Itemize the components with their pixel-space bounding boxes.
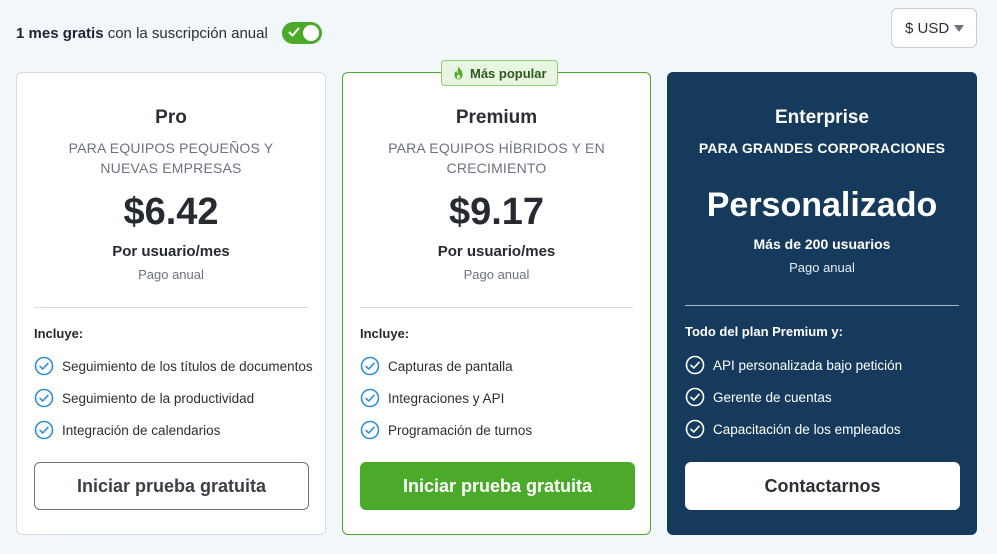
check-circle-icon [34, 420, 54, 440]
plan-subtitle: PARA EQUIPOS HÍBRIDOS Y EN CRECIMIENTO [388, 140, 605, 176]
plan-billing: Pago anual [138, 267, 204, 282]
plan-price-unit: Por usuario/mes [437, 243, 556, 260]
check-circle-icon [685, 387, 705, 407]
check-circle-icon [34, 356, 54, 376]
feature-item: Programación de turnos [360, 414, 640, 446]
divider [34, 307, 308, 308]
divider [360, 307, 633, 308]
plan-price: $9.17 [448, 191, 545, 233]
plan-subtitle: PARA GRANDES CORPORACIONES [698, 140, 946, 156]
plan-billing: Pago anual [463, 267, 530, 282]
divider [685, 305, 959, 306]
badge-label: Más popular [470, 65, 547, 81]
feature-item: Integración de calendarios [34, 414, 315, 446]
check-circle-icon [360, 356, 380, 376]
check-icon [288, 27, 300, 37]
feature-item: Capturas de pantalla [360, 350, 640, 382]
promo-text: 1 mes gratis con la suscripción anual [16, 24, 268, 42]
currency-label: $ USD [905, 19, 950, 37]
chevron-down-icon [954, 25, 964, 32]
contact-us-button[interactable]: Contactarnos [685, 462, 960, 510]
feature-list: Capturas de pantalla Integraciones y API… [360, 350, 640, 446]
feature-item: Capacitación de los empleados [685, 413, 966, 445]
plan-name: Enterprise [775, 107, 869, 128]
plan-price: Personalizado [706, 186, 938, 224]
plan-user-count: Más de 200 usuarios [753, 236, 891, 252]
annual-billing-toggle[interactable] [281, 22, 322, 44]
check-circle-icon [685, 355, 705, 375]
start-trial-button-premium[interactable]: Iniciar prueba gratuita [360, 462, 635, 510]
plan-card-enterprise: Enterprise PARA GRANDES CORPORACIONES Pe… [667, 72, 977, 535]
plan-name: Premium [455, 107, 538, 128]
feature-item: Seguimiento de la productividad [34, 382, 315, 414]
feature-list: API personalizada bajo petición Gerente … [685, 349, 966, 445]
includes-label: Todo del plan Premium y: [685, 324, 843, 339]
plan-card-premium: Más popular Premium PARA EQUIPOS HÍBRIDO… [342, 60, 651, 535]
currency-select[interactable]: $ USD [891, 8, 977, 48]
feature-item: Gerente de cuentas [685, 381, 966, 413]
toggle-knob [302, 25, 319, 41]
check-circle-icon [360, 388, 380, 408]
includes-label: Incluye: [34, 326, 84, 341]
plan-subtitle: PARA EQUIPOS PEQUEÑOS Y NUEVAS EMPRESAS [68, 140, 274, 176]
plan-name: Pro [155, 107, 187, 128]
includes-label: Incluye: [360, 326, 410, 341]
start-trial-button-pro[interactable]: Iniciar prueba gratuita [34, 462, 309, 510]
plan-billing: Pago anual [789, 260, 855, 275]
check-circle-icon [685, 419, 705, 439]
check-circle-icon [360, 420, 380, 440]
check-circle-icon [34, 388, 54, 408]
feature-item: Integraciones y API [360, 382, 640, 414]
flame-icon [454, 66, 463, 80]
plan-price-unit: Por usuario/mes [112, 243, 230, 260]
plan-price: $6.42 [123, 191, 219, 233]
feature-item: Seguimiento de los títulos de documentos [34, 350, 315, 382]
plan-card-pro: Pro PARA EQUIPOS PEQUEÑOS Y NUEVAS EMPRE… [16, 72, 326, 535]
annual-promo: 1 mes gratis con la suscripción anual [16, 22, 322, 44]
feature-list: Seguimiento de los títulos de documentos… [34, 350, 315, 446]
feature-item: API personalizada bajo petición [685, 349, 966, 381]
most-popular-badge: Más popular [441, 60, 558, 86]
